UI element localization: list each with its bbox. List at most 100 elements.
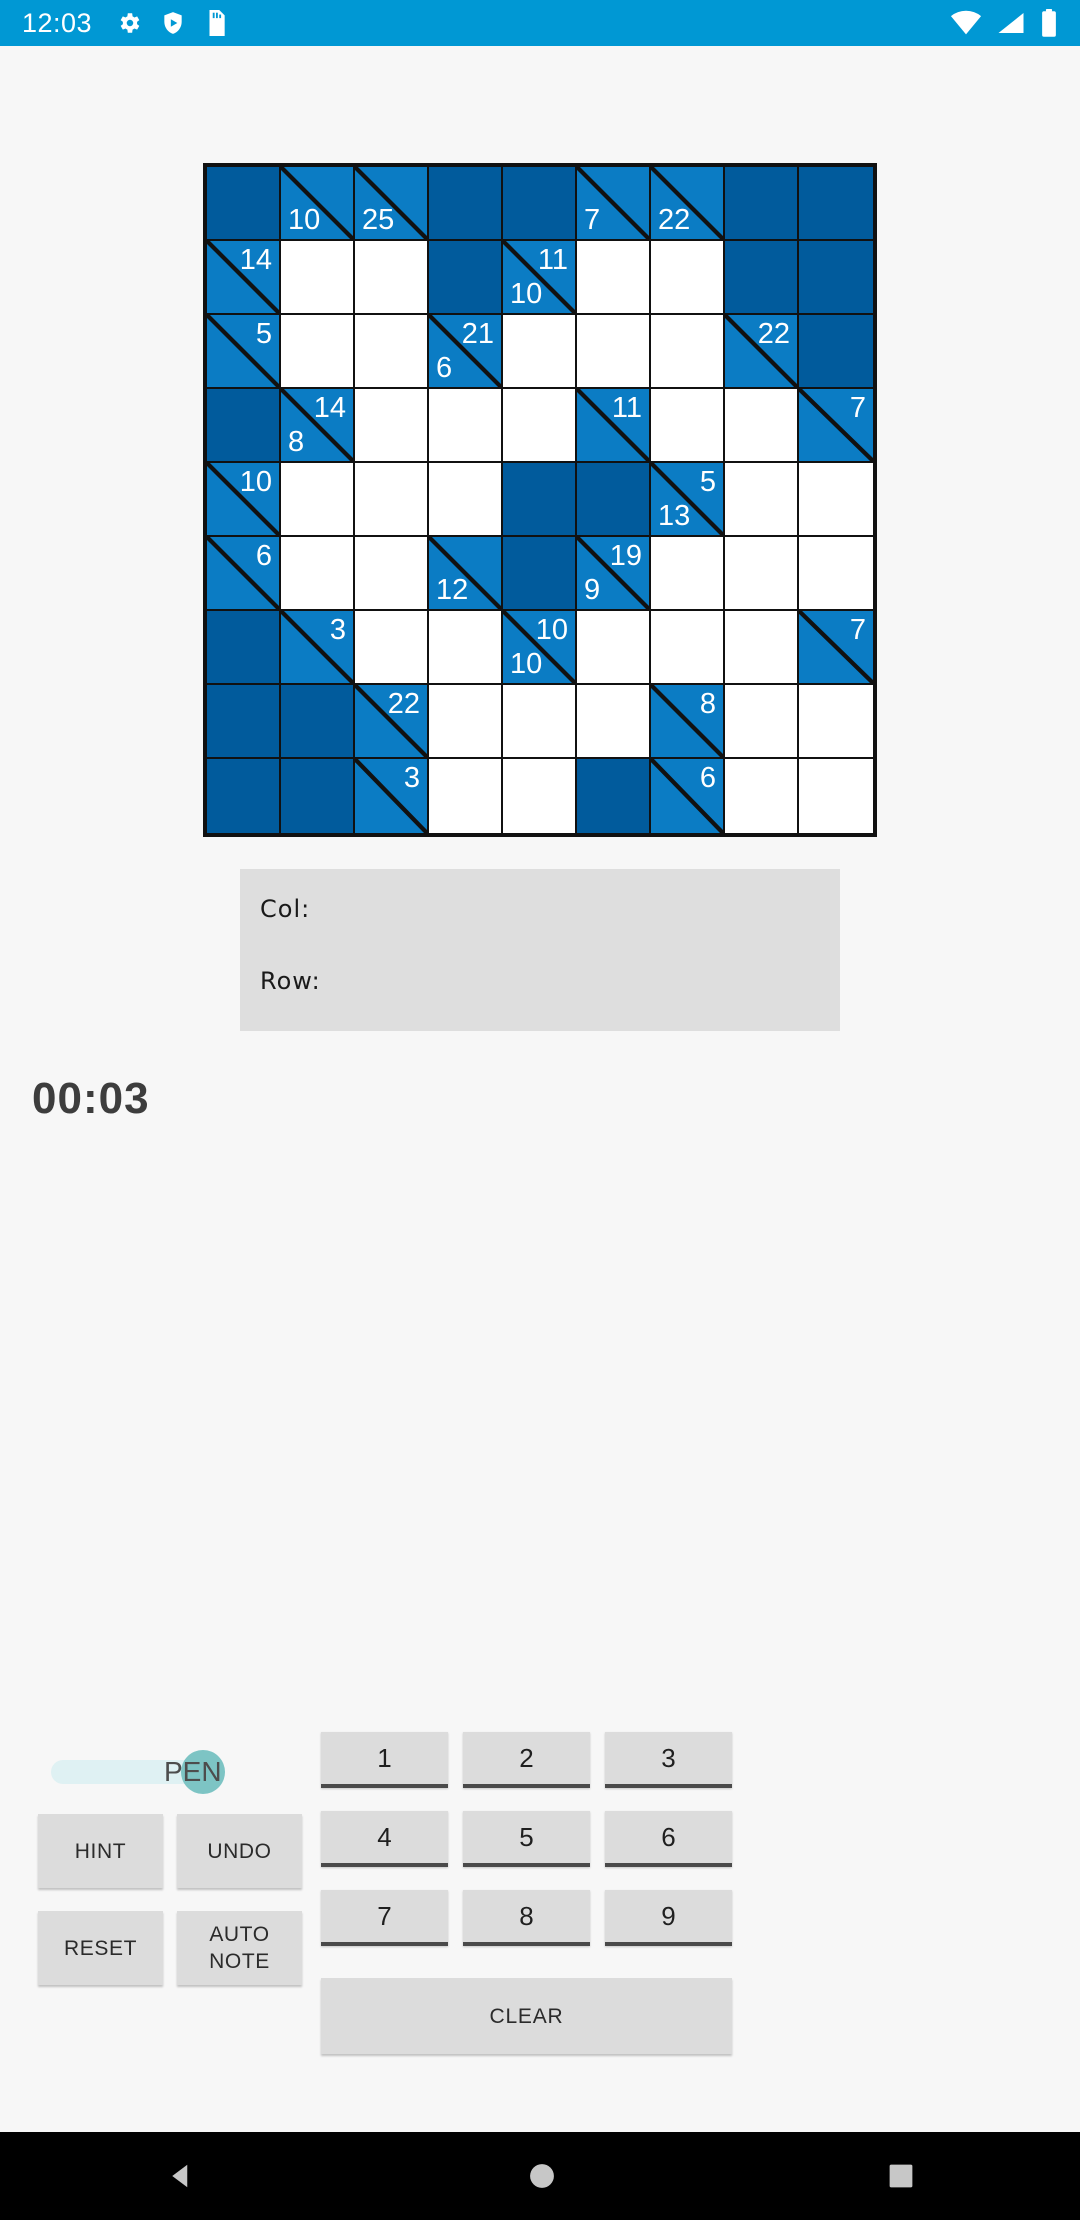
board-cell-open[interactable] [503,685,577,759]
board-cell-value [651,241,723,313]
board-cell-open[interactable] [725,685,799,759]
board-cell-clue: 22 [651,167,725,241]
board-cell-clue: 25 [355,167,429,241]
board-cell-open[interactable] [281,537,355,611]
pen-toggle[interactable]: PEN [51,1749,256,1795]
board-cell-open[interactable] [503,315,577,389]
board-cell-open[interactable] [651,315,725,389]
number-button-3[interactable]: 3 [605,1732,732,1788]
number-button-2[interactable]: 2 [463,1732,590,1788]
clear-button[interactable]: CLEAR [321,1978,732,2054]
board-cell-open[interactable] [429,611,503,685]
status-left-icons [116,10,228,36]
board-cell-value [651,389,723,461]
board-cell-open[interactable] [651,537,725,611]
number-button-1[interactable]: 1 [321,1732,448,1788]
board-cell-open[interactable] [725,759,799,833]
board-cell-value [725,611,797,683]
board-cell-clue: 3 [281,611,355,685]
board-cell-open[interactable] [651,611,725,685]
board-cell-open[interactable] [577,685,651,759]
clue-across-sum: 21 [461,318,494,350]
board-cell-value [651,315,723,387]
board-cell-open[interactable] [429,685,503,759]
board-cell-open[interactable] [281,241,355,315]
board-cell-open[interactable] [577,315,651,389]
kakuro-board[interactable]: 10 25 7 22 14 11 10 5 21 6 22 14 8 11 7 10 5 13 6 12 19 9 3 10 1… [203,163,877,837]
board-cell-open[interactable] [725,537,799,611]
number-button-6[interactable]: 6 [605,1811,732,1867]
board-cell-block [503,463,577,537]
clue-across-sum: 14 [313,392,346,424]
board-cell-value [355,241,427,313]
board-cell-open[interactable] [355,463,429,537]
board-cell-block [429,241,503,315]
board-cell-value [429,389,501,461]
board-cell-open[interactable] [799,685,873,759]
number-button-5[interactable]: 5 [463,1811,590,1867]
board-cell-open[interactable] [651,389,725,463]
board-cell-open[interactable] [577,241,651,315]
recents-square-icon[interactable] [888,2163,914,2189]
board-cell-open[interactable] [281,315,355,389]
board-cell-clue: 10 10 [503,611,577,685]
board-cell-open[interactable] [799,759,873,833]
hint-button[interactable]: HINT [38,1814,163,1888]
board-cell-open[interactable] [355,537,429,611]
board-cell-value [799,759,873,833]
board-cell-open[interactable] [725,389,799,463]
board-cell-open[interactable] [799,537,873,611]
board-cell-value [355,463,427,535]
back-triangle-icon[interactable] [166,2161,196,2191]
clue-down-sum: 7 [584,204,601,236]
board-cell-open[interactable] [429,759,503,833]
board-cell-open[interactable] [355,389,429,463]
board-cell-value [799,685,873,757]
board-cell-clue: 6 [207,537,281,611]
undo-button[interactable]: UNDO [177,1814,302,1888]
board-cell-open[interactable] [503,759,577,833]
info-col-line: Col: [260,895,840,923]
board-cell-clue: 8 [651,685,725,759]
board-cell-clue: 7 [799,389,873,463]
home-circle-icon[interactable] [529,2163,555,2189]
board-cell-open[interactable] [429,389,503,463]
number-button-8[interactable]: 8 [463,1890,590,1946]
info-col-label: Col: [260,895,311,923]
board-cell-open[interactable] [799,463,873,537]
clue-across-sum: 11 [537,244,568,276]
board-cell-clue: 7 [577,167,651,241]
board-cell-open[interactable] [651,241,725,315]
board-cell-block [503,167,577,241]
number-button-4[interactable]: 4 [321,1811,448,1867]
controls-area: PEN HINT UNDO RESET AUTO NOTE 1 2 3 4 5 … [0,1732,1080,2062]
clue-down-sum: 10 [288,204,321,236]
board-cell-open[interactable] [355,241,429,315]
auto-note-button[interactable]: AUTO NOTE [177,1911,302,1985]
board-cell-open[interactable] [725,463,799,537]
number-button-9[interactable]: 9 [605,1890,732,1946]
sd-card-icon [209,10,225,36]
number-pad: 1 2 3 4 5 6 7 8 9 CLEAR [319,1732,1046,2062]
board-cell-open[interactable] [355,611,429,685]
info-row-label: Row: [260,967,321,995]
board-cell-clue: 10 [281,167,355,241]
board-cell-clue: 14 8 [281,389,355,463]
board-cell-block [281,759,355,833]
number-button-7[interactable]: 7 [321,1890,448,1946]
wifi-icon [950,10,982,35]
reset-button[interactable]: RESET [38,1911,163,1985]
board-cell-open[interactable] [429,463,503,537]
android-nav-bar [0,2132,1080,2220]
board-cell-open[interactable] [725,611,799,685]
board-cell-open[interactable] [577,611,651,685]
board-cell-value [577,685,649,757]
clue-down-sum: 6 [436,352,453,384]
clue-down-sum: 10 [510,278,543,310]
board-cell-open[interactable] [503,389,577,463]
clue-across-sum: 14 [239,244,272,276]
board-cell-value [355,611,427,683]
board-cell-open[interactable] [281,463,355,537]
board-cell-open[interactable] [355,315,429,389]
board-cell-block [725,241,799,315]
